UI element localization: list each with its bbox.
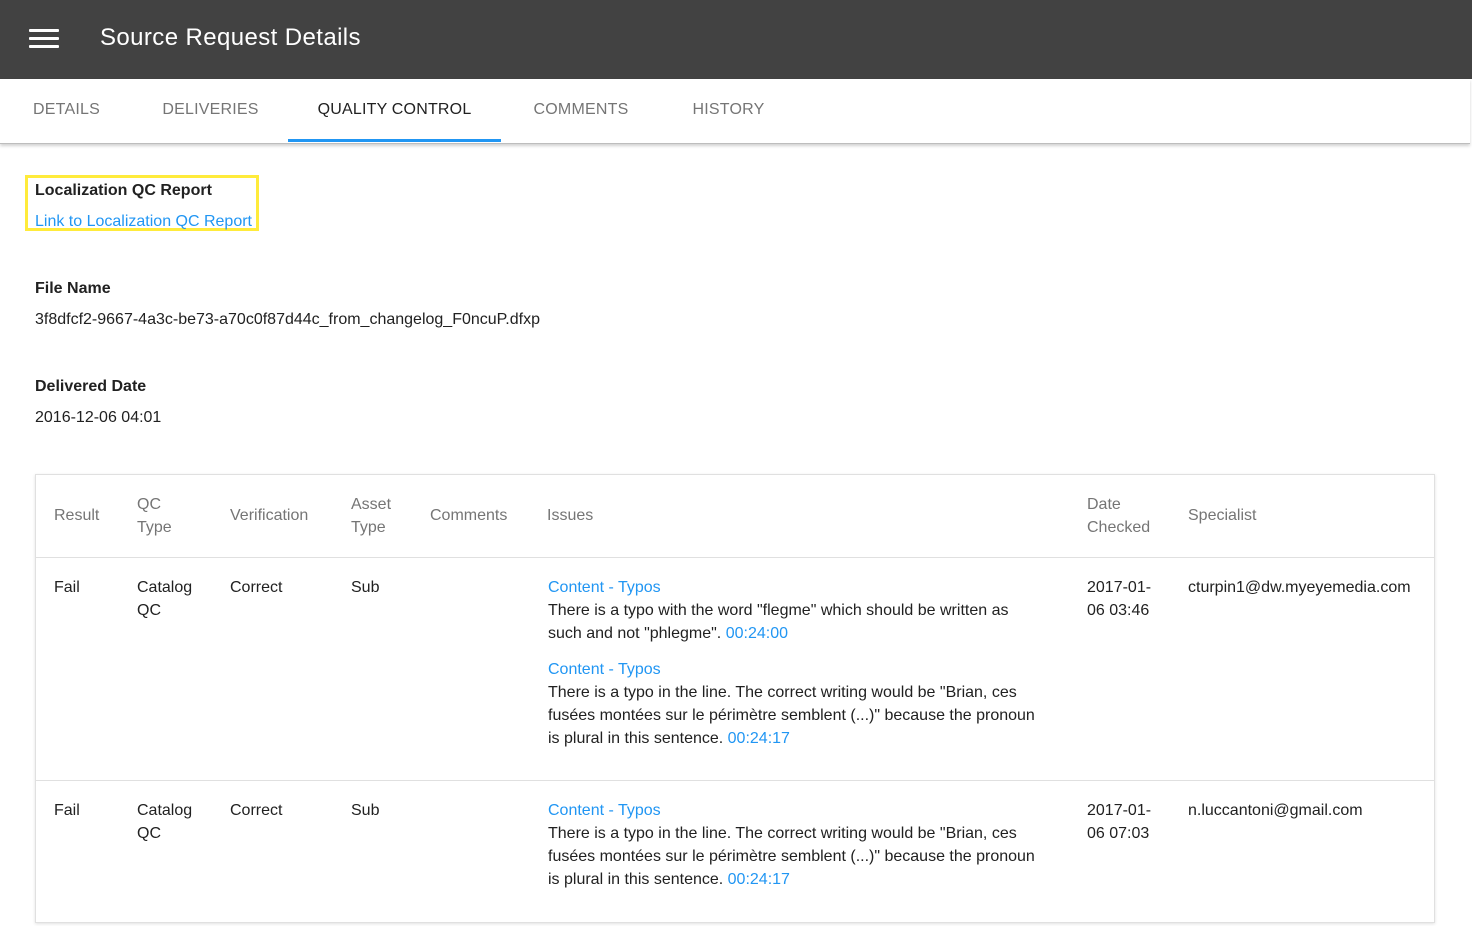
row-result: Fail [54, 802, 80, 819]
row-verification: Correct [230, 802, 283, 819]
row-date-line2: 06 03:46 [1087, 602, 1150, 619]
row-qc-type: Catalog QC [137, 576, 192, 622]
header-asset-type: Asset Type [351, 493, 391, 539]
row-qc-type-line2: QC [137, 825, 161, 842]
header-verification: Verification [230, 507, 309, 524]
row-date-line1: 2017-01- [1087, 802, 1152, 819]
issue-category-link[interactable]: Content - Typos [548, 799, 1048, 822]
issue-text-line: There is a typo in the line. The correct… [548, 825, 1017, 842]
tab-comments[interactable]: COMMENTS [501, 79, 661, 141]
tab-quality-control[interactable]: QUALITY CONTROL [288, 79, 501, 142]
header-date-checked-line1: Date [1087, 496, 1121, 513]
header-asset-type-line2: Type [351, 519, 386, 536]
row-asset-type: Sub [351, 579, 380, 596]
row-qc-type-line2: QC [137, 602, 161, 619]
row-asset-type: Sub [351, 802, 380, 819]
issue-text: such and not "phlegme". [548, 625, 722, 642]
header-date-checked: Date Checked [1087, 493, 1150, 539]
row-qc-type-line1: Catalog [137, 802, 193, 819]
row-divider [36, 780, 1434, 781]
delivered-date-label: Delivered Date [35, 378, 147, 395]
issue-text-line: such and not "phlegme". 00:24:00 [548, 622, 1048, 645]
hamburger-menu-icon[interactable] [29, 29, 59, 49]
header-divider [36, 557, 1434, 558]
header-issues: Issues [547, 507, 594, 524]
row-qc-type-line1: Catalog [137, 579, 193, 596]
row-date-line2: 06 07:03 [1087, 825, 1150, 842]
header-qc-type: QC Type [137, 493, 172, 539]
issue-text-line: There is a typo with the word "flegme" w… [548, 602, 1009, 619]
row-date-line1: 2017-01- [1087, 579, 1152, 596]
issue-timecode-link[interactable]: 00:24:17 [728, 871, 790, 888]
qc-report-link[interactable]: Link to Localization QC Report [35, 213, 252, 231]
issue-text: is plural in this sentence. [548, 871, 724, 888]
header-qc-type-line1: QC [137, 496, 161, 513]
issue-text-line: fusées montées sur le périmètre semblent… [548, 707, 1035, 724]
tab-details[interactable]: DETAILS [0, 79, 133, 141]
row-qc-type: Catalog QC [137, 799, 192, 845]
header-qc-type-line2: Type [137, 519, 172, 536]
row-specialist: n.luccantoni@gmail.com [1188, 802, 1363, 819]
header-specialist: Specialist [1188, 507, 1257, 524]
file-name-label: File Name [35, 280, 111, 297]
row-date-checked: 2017-01- 06 07:03 [1087, 799, 1151, 845]
issue-category-link[interactable]: Content - Typos [548, 576, 1048, 599]
issue-timecode-link[interactable]: 00:24:17 [728, 730, 790, 747]
tab-bar: DETAILS DELIVERIES QUALITY CONTROL COMME… [0, 79, 1470, 144]
app-bar: Source Request Details [0, 0, 1472, 79]
file-name-value: 3f8dfcf2-9667-4a3c-be73-a70c0f87d44c_fro… [35, 311, 540, 328]
issue-item: Content - Typos There is a typo in the l… [548, 799, 1048, 891]
header-date-checked-line2: Checked [1087, 519, 1151, 536]
issue-text-line: is plural in this sentence. 00:24:17 [548, 727, 1048, 750]
header-result: Result [54, 507, 100, 524]
issue-text-line: is plural in this sentence. 00:24:17 [548, 868, 1048, 891]
qc-table: Result QC Type Verification Asset Type C… [35, 474, 1435, 923]
header-comments: Comments [430, 507, 508, 524]
delivered-date-value: 2016-12-06 04:01 [35, 409, 162, 426]
issue-category-link[interactable]: Content - Typos [548, 658, 1048, 681]
issue-timecode-link[interactable]: 00:24:00 [726, 625, 788, 642]
issue-text-line: fusées montées sur le périmètre semblent… [548, 848, 1035, 865]
header-asset-type-line1: Asset [351, 496, 392, 513]
issue-text: is plural in this sentence. [548, 730, 724, 747]
row-specialist: cturpin1@dw.myeyemedia.com [1188, 579, 1411, 596]
issue-item: Content - Typos There is a typo in the l… [548, 658, 1048, 750]
row-verification: Correct [230, 579, 283, 596]
page-title: Source Request Details [100, 24, 361, 51]
issue-text-line: There is a typo in the line. The correct… [548, 684, 1017, 701]
tab-history[interactable]: HISTORY [661, 79, 796, 141]
issue-item: Content - Typos There is a typo with the… [548, 576, 1048, 645]
tab-deliveries[interactable]: DELIVERIES [133, 79, 288, 141]
row-result: Fail [54, 579, 80, 596]
row-date-checked: 2017-01- 06 03:46 [1087, 576, 1151, 622]
qc-report-label: Localization QC Report [35, 182, 212, 199]
